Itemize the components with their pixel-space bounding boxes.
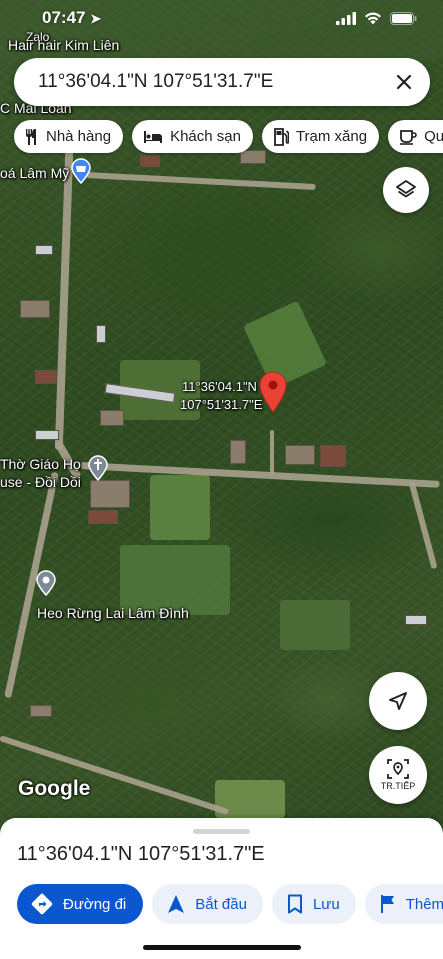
add-more-button[interactable]: Thêm xyxy=(364,884,443,924)
action-buttons: Đường đi Bắt đầu Lưu Thêm xyxy=(17,884,443,924)
category-chips: Nhà hàng Khách sạn Trạm xăng Quá xyxy=(14,120,443,153)
pin-coordinate-lat: 11°36'04.1"N xyxy=(182,379,257,394)
home-indicator[interactable] xyxy=(143,945,301,950)
search-bar[interactable]: 11°36'04.1"N 107°51'31.7"E xyxy=(14,58,430,106)
map-label-hair-salon[interactable]: Hair hair Kim Liên xyxy=(8,37,119,53)
map-label-heo-rung[interactable]: Heo Rừng Lai Lâm Đình xyxy=(37,605,189,621)
map-road xyxy=(0,735,230,816)
chip-label: Quá xyxy=(424,128,443,145)
map-field xyxy=(150,475,210,540)
navigation-arrow-icon xyxy=(389,692,407,710)
chip-gas-stations[interactable]: Trạm xăng xyxy=(261,120,380,153)
wifi-icon xyxy=(364,12,382,30)
status-icons xyxy=(336,12,417,30)
search-query[interactable]: 11°36'04.1"N 107°51'31.7"E xyxy=(38,71,273,93)
shopping-place-pin-icon[interactable] xyxy=(70,158,92,189)
map-building xyxy=(140,155,160,167)
map-label-church-1[interactable]: Thờ Giáo Họ xyxy=(0,456,81,472)
layers-button[interactable] xyxy=(383,167,429,213)
navigation-arrow-icon xyxy=(168,895,185,913)
map-field xyxy=(280,600,350,650)
google-logo: Google xyxy=(18,777,91,800)
directions-button[interactable]: Đường đi xyxy=(17,884,144,924)
place-title: 11°36'04.1"N 107°51'31.7"E xyxy=(17,843,265,865)
chip-cafes[interactable]: Quá xyxy=(388,120,443,153)
place-pin-icon[interactable] xyxy=(35,570,57,601)
map-building xyxy=(285,445,315,465)
flag-icon xyxy=(380,895,394,913)
location-arrow-icon: ➤ xyxy=(90,11,102,26)
map-label-church-2[interactable]: use - Đồi Dồi xyxy=(0,474,81,490)
map-building xyxy=(35,245,53,255)
gas-station-icon xyxy=(274,127,289,146)
save-button[interactable]: Lưu xyxy=(271,884,356,924)
status-time: 07:47 ➤ xyxy=(42,8,101,28)
chip-restaurants[interactable]: Nhà hàng xyxy=(14,120,124,153)
chip-label: Nhà hàng xyxy=(46,128,112,145)
street-view-label: TR.TIẾP xyxy=(380,781,416,791)
map-building xyxy=(35,370,57,384)
battery-icon xyxy=(390,12,417,30)
place-bottom-sheet[interactable]: 11°36'04.1"N 107°51'31.7"E Đường đi Bắt … xyxy=(0,818,443,959)
dropped-pin-icon[interactable] xyxy=(258,371,288,418)
start-button[interactable]: Bắt đầu xyxy=(152,884,263,924)
map-building xyxy=(96,325,106,343)
map-building xyxy=(30,705,52,717)
save-label: Lưu xyxy=(312,895,340,913)
cafe-icon xyxy=(400,129,417,145)
map-label-lam-my[interactable]: oá Lâm Mỹ xyxy=(0,165,69,181)
map-road xyxy=(408,480,438,570)
map-building xyxy=(405,615,427,625)
hotel-icon xyxy=(144,130,163,143)
status-time-text: 07:47 xyxy=(42,8,86,27)
map-building xyxy=(20,300,50,318)
start-label: Bắt đầu xyxy=(195,895,247,913)
chip-label: Khách sạn xyxy=(170,128,241,145)
map-road xyxy=(270,430,274,475)
map-building xyxy=(320,445,346,467)
my-location-button[interactable] xyxy=(369,672,427,730)
bookmark-icon xyxy=(287,894,302,914)
layers-icon xyxy=(396,180,416,198)
map-building xyxy=(230,440,246,464)
street-view-icon xyxy=(387,759,409,779)
sheet-drag-handle[interactable] xyxy=(193,829,250,834)
map-road xyxy=(85,172,316,191)
directions-icon xyxy=(31,893,53,915)
add-more-label: Thêm xyxy=(405,895,443,913)
close-icon xyxy=(396,74,412,90)
chip-label: Trạm xăng xyxy=(295,128,368,145)
map-building xyxy=(100,410,124,426)
pin-coordinate-lng: 107°51'31.7"E xyxy=(180,397,263,412)
close-button[interactable] xyxy=(390,68,418,96)
map-road xyxy=(79,462,440,488)
chip-hotels[interactable]: Khách sạn xyxy=(132,120,253,153)
directions-label: Đường đi xyxy=(63,895,127,913)
restaurant-icon xyxy=(26,128,36,145)
map-building xyxy=(35,430,59,440)
map-building xyxy=(88,510,118,524)
map-road xyxy=(54,149,74,451)
cellular-signal-icon xyxy=(336,12,356,30)
street-view-button[interactable]: TR.TIẾP xyxy=(369,746,427,804)
church-pin-icon[interactable] xyxy=(87,455,109,486)
